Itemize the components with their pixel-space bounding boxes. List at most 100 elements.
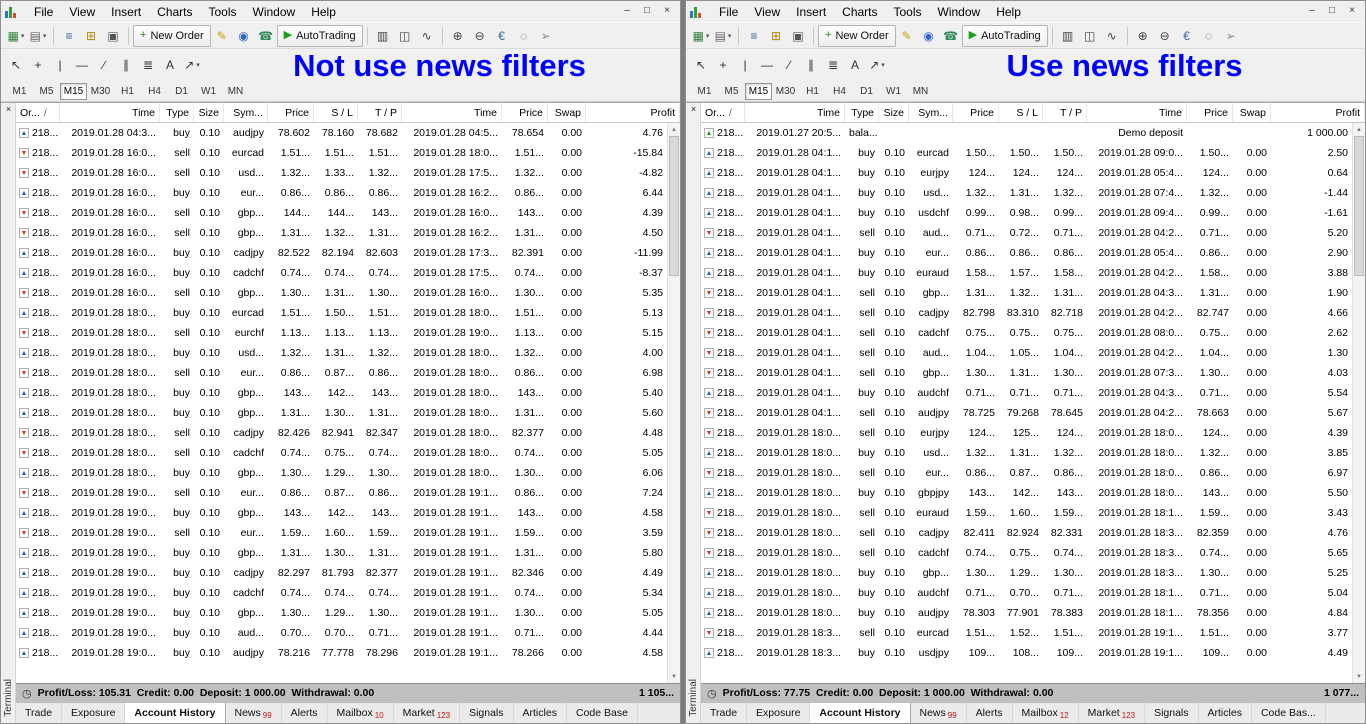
tab-trade[interactable]: Trade [701, 703, 748, 723]
column-header-profit[interactable]: Profit [1271, 103, 1365, 122]
metaeditor-icon-button[interactable]: ✎ [211, 25, 233, 47]
table-row[interactable]: ▲ 218... 2019.01.28 18:0... buy 0.10 usd... 1.… [701, 443, 1352, 463]
candlestick-chart-icon-button[interactable]: ◫ [394, 25, 416, 47]
table-row[interactable]: ▲ 218... 2019.01.28 18:0... buy 0.10 eurcad 1.… [16, 303, 667, 323]
horizontal-line-icon-button[interactable]: — [756, 54, 778, 76]
menu-help[interactable]: Help [303, 3, 344, 21]
column-header-open-time[interactable]: Time [60, 103, 160, 122]
table-row[interactable]: ▼ 218... 2019.01.28 19:0... sell 0.10 eur... 0… [16, 483, 667, 503]
restore-button[interactable]: □ [1323, 4, 1341, 19]
line-chart-icon-button[interactable]: ∿ [416, 25, 438, 47]
column-header-close-price[interactable]: Price [502, 103, 548, 122]
table-row[interactable]: ▼ 218... 2019.01.28 18:0... sell 0.10 cadchf 0… [701, 543, 1352, 563]
table-row[interactable]: ▲ 218... 2019.01.28 18:0... buy 0.10 gbp... 14… [16, 383, 667, 403]
table-row[interactable]: ▲ 218... 2019.01.28 04:1... buy 0.10 usdchf 0.… [701, 203, 1352, 223]
column-header-type[interactable]: Type [845, 103, 879, 122]
trendline-icon-button[interactable]: ∕ [778, 54, 800, 76]
scrollbar-track[interactable] [668, 276, 680, 670]
menu-charts[interactable]: Charts [149, 3, 200, 21]
timeframe-h4[interactable]: H4 [141, 83, 168, 100]
timeframe-h1[interactable]: H1 [799, 83, 826, 100]
menu-window[interactable]: Window [245, 3, 304, 21]
column-header-order[interactable]: Or... / [701, 103, 745, 122]
table-row[interactable]: ▲ 218... 2019.01.28 18:0... buy 0.10 gbp... 1.… [16, 403, 667, 423]
scrollbar-track[interactable] [1353, 276, 1365, 670]
menu-tools[interactable]: Tools [886, 3, 930, 21]
table-row[interactable]: ▼ 218... 2019.01.28 18:0... sell 0.10 eurchf 1… [16, 323, 667, 343]
table-row[interactable]: ▼ 218... 2019.01.28 16:0... sell 0.10 eurcad 1… [16, 143, 667, 163]
profiles-icon-button[interactable]: ▤ ▾ [27, 25, 49, 47]
table-row[interactable]: ▼ 218... 2019.01.28 18:0... sell 0.10 eurjpy 1… [701, 423, 1352, 443]
table-row[interactable]: ▼ 218... 2019.01.28 04:1... sell 0.10 aud... 1… [701, 343, 1352, 363]
scroll-up-icon[interactable]: ▲ [1353, 123, 1365, 136]
community-icon-button[interactable]: ☎ [255, 25, 277, 47]
timeframe-m5[interactable]: M5 [718, 83, 745, 100]
terminal-toggle-icon-button[interactable]: ▣ [787, 25, 809, 47]
close-button[interactable]: × [658, 4, 676, 19]
column-header-close-time[interactable]: Time [1087, 103, 1187, 122]
timeframe-w1[interactable]: W1 [195, 83, 222, 100]
cursor-icon-button[interactable]: ↖ [690, 54, 712, 76]
tab-exposure[interactable]: Exposure [747, 703, 811, 723]
search-icon-button[interactable]: ◌ [1198, 25, 1220, 47]
column-header-take-profit[interactable]: T / P [358, 103, 402, 122]
table-row[interactable]: ▲ 218... 2019.01.28 19:0... buy 0.10 audjpy 78… [16, 643, 667, 663]
line-chart-icon-button[interactable]: ∿ [1101, 25, 1123, 47]
market-watch-icon-button[interactable]: ≡ [743, 25, 765, 47]
table-row[interactable]: ▲ 218... 2019.01.28 19:0... buy 0.10 cadjpy 82… [16, 563, 667, 583]
new-order-button[interactable]: + New Order [133, 24, 211, 47]
autotrading-button[interactable]: ▶ AutoTrading [961, 24, 1048, 47]
crosshair-icon-button[interactable]: + [27, 54, 49, 76]
timeframe-m1[interactable]: M1 [6, 83, 33, 100]
table-row[interactable]: ▲ 218... 2019.01.28 04:1... buy 0.10 audchf 0.… [701, 383, 1352, 403]
trendline-icon-button[interactable]: ∕ [93, 54, 115, 76]
table-row[interactable]: ▼ 218... 2019.01.28 18:0... sell 0.10 cadjpy 8… [701, 523, 1352, 543]
timeframe-m5[interactable]: M5 [33, 83, 60, 100]
zoom-in-icon-button[interactable]: ⊕ [1132, 25, 1154, 47]
vertical-line-icon-button[interactable]: | [734, 54, 756, 76]
tab-signals[interactable]: Signals [460, 703, 514, 723]
close-terminal-icon[interactable]: × [3, 104, 14, 115]
tab-mailbox[interactable]: Mailbox 10 [328, 703, 394, 723]
zoom-out-icon-button[interactable]: ⊖ [1154, 25, 1176, 47]
text-icon-button[interactable]: A [844, 54, 866, 76]
new-chart-icon-button[interactable]: ▦ ▾ [5, 25, 27, 47]
tab-market[interactable]: Market 123 [394, 703, 461, 723]
column-header-size[interactable]: Size [879, 103, 909, 122]
profiles-icon-button[interactable]: ▤ ▾ [712, 25, 734, 47]
table-row[interactable]: ▲ 218... 2019.01.28 18:0... buy 0.10 gbpjpy 14… [701, 483, 1352, 503]
table-row[interactable]: ▲ 218... 2019.01.28 19:0... buy 0.10 gbp... 1.… [16, 603, 667, 623]
table-row[interactable]: ▼ 218... 2019.01.28 18:0... sell 0.10 cadchf 0… [16, 443, 667, 463]
table-row[interactable]: ▲ 218... 2019.01.28 16:0... buy 0.10 cadjpy 82… [16, 243, 667, 263]
table-row[interactable]: ▼ 218... 2019.01.28 04:1... sell 0.10 cadjpy 8… [701, 303, 1352, 323]
table-row[interactable]: ▲ 218... 2019.01.28 04:1... buy 0.10 eurjpy 12… [701, 163, 1352, 183]
bar-chart-icon-button[interactable]: ▥ [1057, 25, 1079, 47]
column-header-stop-loss[interactable]: S / L [314, 103, 358, 122]
tab-market[interactable]: Market 123 [1079, 703, 1146, 723]
column-header-size[interactable]: Size [194, 103, 224, 122]
table-row[interactable]: ▼ 218... 2019.01.28 04:1... sell 0.10 audjpy 7… [701, 403, 1352, 423]
table-row[interactable]: ▼ 218... 2019.01.28 04:1... sell 0.10 gbp... 1… [701, 283, 1352, 303]
timeframe-m30[interactable]: M30 [772, 83, 799, 100]
timeframe-d1[interactable]: D1 [168, 83, 195, 100]
timeframe-h1[interactable]: H1 [114, 83, 141, 100]
table-row[interactable]: ▲ 218... 2019.01.28 04:3... buy 0.10 audjpy 78… [16, 123, 667, 143]
fibonacci-icon-button[interactable]: ≣ [822, 54, 844, 76]
scrollbar-thumb[interactable] [669, 136, 679, 276]
menu-window[interactable]: Window [930, 3, 989, 21]
arrows-icon-button[interactable]: ↗ ▾ [181, 54, 203, 76]
column-header-close-price[interactable]: Price [1187, 103, 1233, 122]
send-icon-button[interactable]: ➢ [1220, 25, 1242, 47]
scroll-down-icon[interactable]: ▼ [1353, 670, 1365, 683]
table-row[interactable]: ▼ 218... 2019.01.28 19:0... sell 0.10 eur... 1… [16, 523, 667, 543]
column-header-order[interactable]: Or... / [16, 103, 60, 122]
table-row[interactable]: ▲ 218... 2019.01.28 04:1... buy 0.10 usd... 1.… [701, 183, 1352, 203]
tab-articles[interactable]: Articles [514, 703, 567, 723]
column-header-take-profit[interactable]: T / P [1043, 103, 1087, 122]
table-row[interactable]: ▲ 218... 2019.01.27 20:5... bala... Demo dep… [701, 123, 1352, 143]
timeframe-h4[interactable]: H4 [826, 83, 853, 100]
market-watch-icon-button[interactable]: ≡ [58, 25, 80, 47]
column-header-open-price[interactable]: Price [953, 103, 999, 122]
table-row[interactable]: ▲ 218... 2019.01.28 16:0... buy 0.10 eur... 0.… [16, 183, 667, 203]
minimize-button[interactable]: – [1303, 4, 1321, 19]
